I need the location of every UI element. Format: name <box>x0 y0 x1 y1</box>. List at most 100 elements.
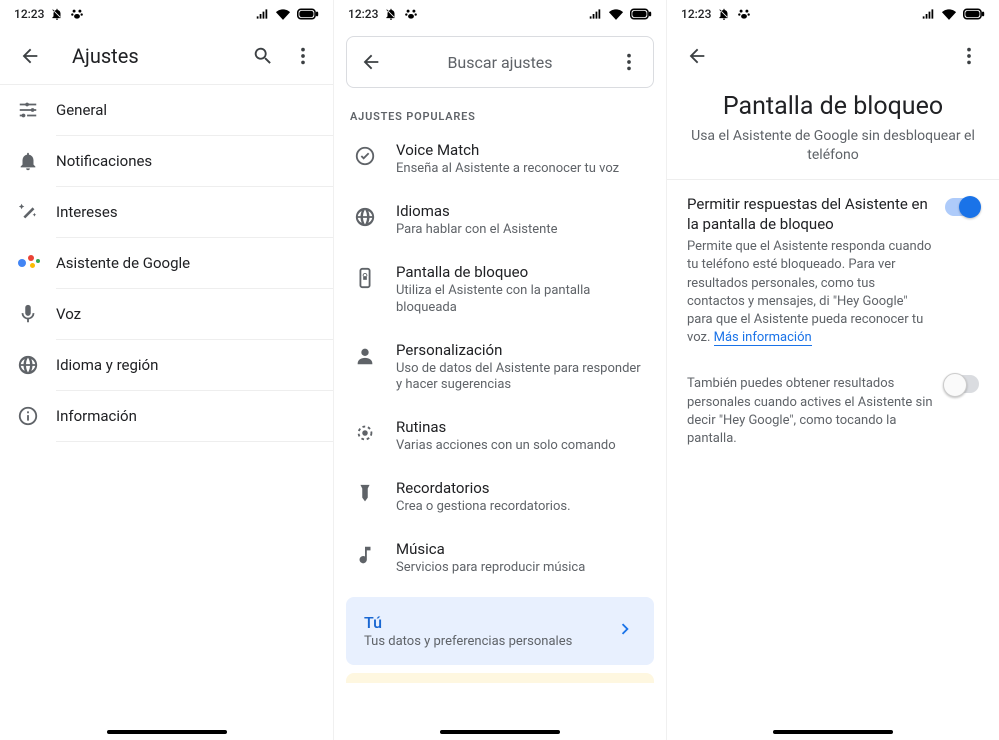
more-button[interactable] <box>609 42 649 82</box>
row-voice-match[interactable]: Voice Match Enseña al Asistente a reconoc… <box>334 129 666 190</box>
row-label: Intereses <box>56 203 118 221</box>
paw-icon <box>737 7 751 21</box>
reminder-icon <box>352 481 378 507</box>
screen-settings-search: 12:23 Buscar ajustes AJUSTES POPULARES V… <box>333 0 666 740</box>
signal-icon <box>921 7 935 21</box>
more-button[interactable] <box>949 36 989 76</box>
globe-icon <box>352 204 378 230</box>
popular-settings-list: Voice Match Enseña al Asistente a reconoc… <box>334 129 666 589</box>
row-assistant[interactable]: Asistente de Google <box>0 238 333 288</box>
nav-indicator <box>107 730 227 734</box>
row-label: Notificaciones <box>56 152 152 170</box>
back-button[interactable] <box>351 42 391 82</box>
wifi-icon <box>275 7 291 21</box>
row-title: Pantalla de bloqueo <box>396 263 648 281</box>
nav-indicator <box>440 730 560 734</box>
signal-icon <box>255 7 269 21</box>
row-label: General <box>56 101 107 119</box>
card-peek <box>346 673 654 683</box>
search-placeholder: Buscar ajustes <box>391 53 609 72</box>
row-languages[interactable]: Idiomas Para hablar con el Asistente <box>334 190 666 251</box>
row-subtitle: Servicios para reproducir música <box>396 560 585 577</box>
mute-icon <box>717 7 731 21</box>
settings-list: General Notificaciones Intereses Asisten… <box>0 85 333 442</box>
page-title: Pantalla de bloqueo <box>667 84 999 127</box>
status-time: 12:23 <box>348 7 378 21</box>
person-icon <box>352 343 378 369</box>
row-subtitle: Crea o gestiona recordatorios. <box>396 499 571 516</box>
music-icon <box>352 542 378 568</box>
wifi-icon <box>608 7 624 21</box>
row-music[interactable]: Música Servicios para reproducir música <box>334 528 666 589</box>
more-button[interactable] <box>283 36 323 76</box>
row-label: Asistente de Google <box>56 254 190 272</box>
row-interests[interactable]: Intereses <box>0 187 333 237</box>
card-you[interactable]: Tú Tus datos y preferencias personales <box>346 597 654 665</box>
routines-icon <box>352 420 378 446</box>
wifi-icon <box>941 7 957 21</box>
setting-description: También puedes obtener resultados person… <box>687 375 933 448</box>
nav-indicator <box>773 730 893 734</box>
row-routines[interactable]: RutinasVarias acciones con un solo coman… <box>334 406 666 467</box>
screen-settings-root: 12:23 Ajustes General Notificaciones Int… <box>0 0 333 740</box>
row-language[interactable]: Idioma y región <box>0 340 333 390</box>
row-subtitle: Utiliza el Asistente con la pantalla blo… <box>396 283 648 317</box>
row-reminders[interactable]: RecordatoriosCrea o gestiona recordatori… <box>334 467 666 528</box>
setting-allow-responses: Permitir respuestas del Asistente en la … <box>667 180 999 358</box>
bell-icon <box>16 149 40 173</box>
chevron-right-icon <box>614 618 636 644</box>
info-icon <box>16 404 40 428</box>
row-title: Idiomas <box>396 202 557 220</box>
search-button[interactable] <box>243 36 283 76</box>
more-info-link[interactable]: Más información <box>714 330 812 346</box>
row-notifications[interactable]: Notificaciones <box>0 136 333 186</box>
search-bar[interactable]: Buscar ajustes <box>346 36 654 88</box>
mic-icon <box>16 302 40 326</box>
assistant-icon <box>16 251 40 275</box>
header <box>667 28 999 84</box>
page-subtitle: Usa el Asistente de Google sin desbloque… <box>667 127 999 179</box>
back-button[interactable] <box>10 36 50 76</box>
card-subtitle: Tus datos y preferencias personales <box>364 634 614 649</box>
status-bar: 12:23 <box>667 0 999 28</box>
status-bar: 12:23 <box>0 0 333 28</box>
status-time: 12:23 <box>681 7 711 21</box>
toggle-personal-results[interactable] <box>945 375 979 393</box>
globe-icon <box>16 353 40 377</box>
mute-icon <box>384 7 398 21</box>
row-lockscreen[interactable]: Pantalla de bloqueo Utiliza el Asistente … <box>334 251 666 329</box>
row-title: Voice Match <box>396 141 619 159</box>
card-title: Tú <box>364 613 614 632</box>
row-title: Música <box>396 540 585 558</box>
paw-icon <box>70 7 84 21</box>
status-bar: 12:23 <box>334 0 666 28</box>
row-general[interactable]: General <box>0 85 333 135</box>
row-title: Rutinas <box>396 418 616 436</box>
row-title: Personalización <box>396 341 648 359</box>
screen-lockscreen-settings: 12:23 Pantalla de bloqueo Usa el Asisten… <box>666 0 999 740</box>
mute-icon <box>50 7 64 21</box>
paw-icon <box>404 7 418 21</box>
row-voice[interactable]: Voz <box>0 289 333 339</box>
row-label: Idioma y región <box>56 356 158 374</box>
row-label: Información <box>56 407 137 425</box>
tune-icon <box>16 98 40 122</box>
toggle-allow-responses[interactable] <box>945 198 979 216</box>
row-subtitle: Enseña al Asistente a reconocer tu voz <box>396 161 619 178</box>
battery-icon <box>297 7 319 21</box>
wand-icon <box>16 200 40 224</box>
row-info[interactable]: Información <box>0 391 333 441</box>
battery-icon <box>963 7 985 21</box>
section-title: AJUSTES POPULARES <box>334 98 666 129</box>
back-button[interactable] <box>677 36 717 76</box>
row-personalization[interactable]: Personalización Uso de datos del Asistent… <box>334 329 666 407</box>
header: Ajustes <box>0 28 333 84</box>
row-subtitle: Para hablar con el Asistente <box>396 222 557 239</box>
setting-personal-results: También puedes obtener resultados person… <box>667 357 999 458</box>
setting-description: Permite que el Asistente responda cuando… <box>687 238 933 347</box>
row-subtitle: Uso de datos del Asistente para responde… <box>396 361 648 395</box>
row-label: Voz <box>56 305 81 323</box>
lockphone-icon <box>352 265 378 291</box>
page-title: Ajustes <box>72 44 243 68</box>
battery-icon <box>630 7 652 21</box>
